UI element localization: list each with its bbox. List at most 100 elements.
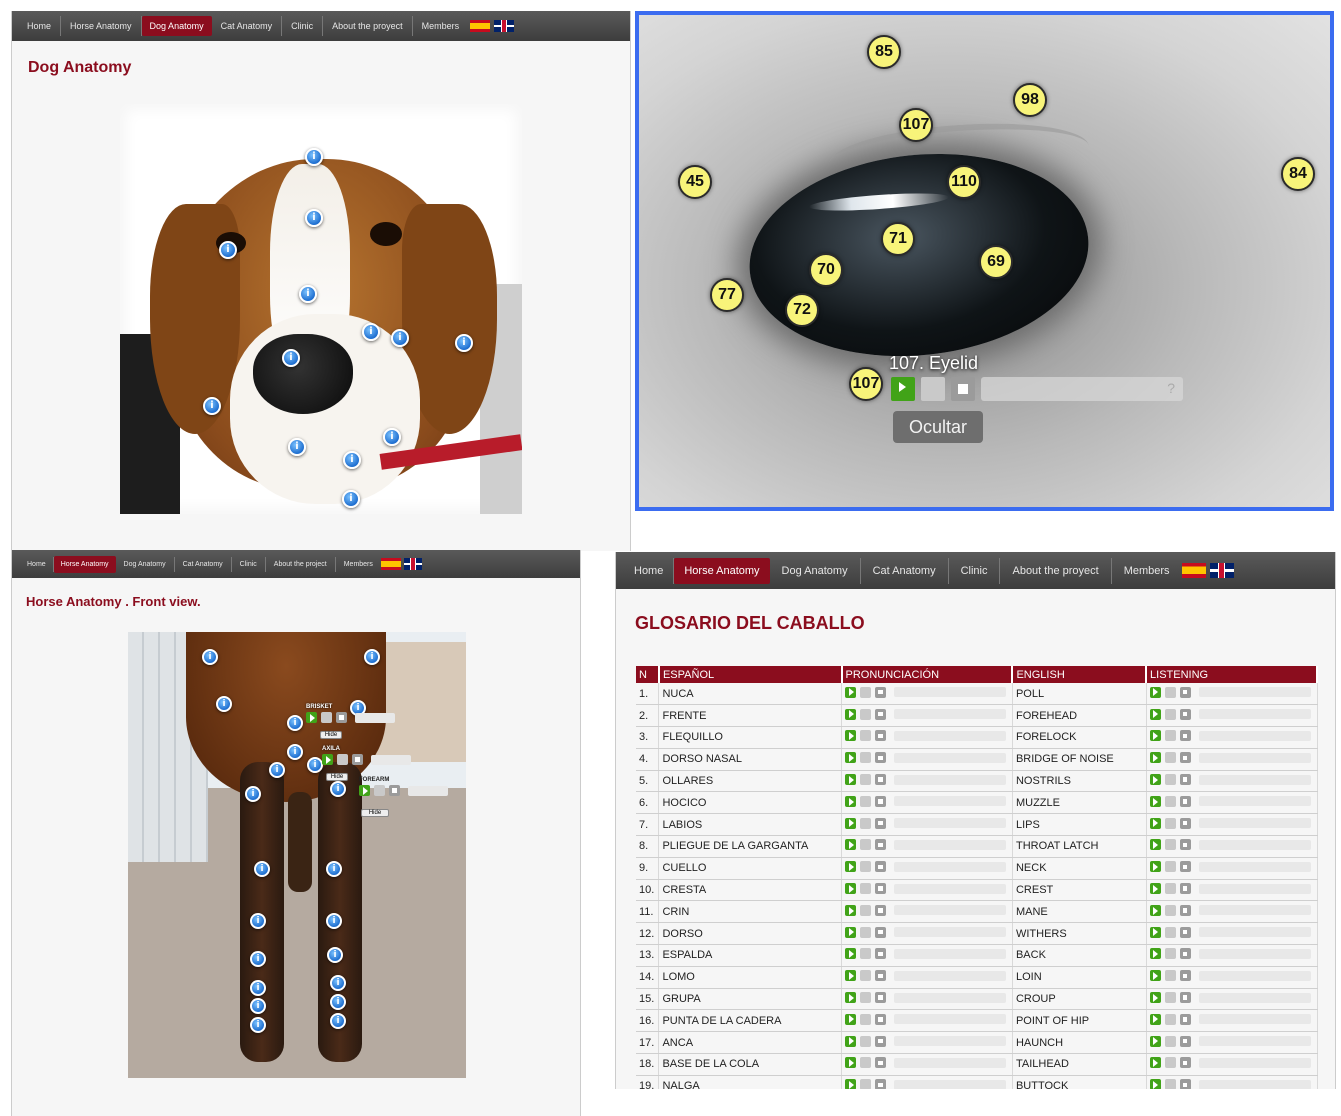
stop-icon[interactable] [875,1079,887,1089]
nav-cat-anatomy[interactable]: Cat Anatomy [212,16,283,36]
progress-bar[interactable] [894,1057,1007,1068]
play-icon[interactable] [1149,708,1161,720]
play-icon[interactable] [845,970,857,982]
stop-icon[interactable] [1179,839,1191,851]
nav-horse-anatomy[interactable]: Horse Anatomy [61,16,142,36]
play-icon[interactable] [845,948,857,960]
hide-button[interactable]: Hide [320,731,342,739]
info-hotspot[interactable]: i [326,861,342,877]
stop-icon[interactable] [1179,730,1191,742]
play-icon[interactable] [1149,861,1161,873]
pause-icon[interactable] [860,708,872,720]
stop-icon[interactable] [875,926,887,938]
progress-bar[interactable]: ? [981,377,1183,401]
pause-icon[interactable] [1164,795,1176,807]
info-hotspot[interactable]: i [455,334,473,352]
stop-icon[interactable] [352,754,363,765]
info-hotspot[interactable]: i [327,947,343,963]
info-hotspot[interactable]: i [216,696,232,712]
info-hotspot[interactable]: i [342,490,360,508]
play-icon[interactable] [845,730,857,742]
play-icon[interactable] [1149,883,1161,895]
pause-icon[interactable] [374,785,385,796]
spanish-flag-icon[interactable] [1181,563,1206,578]
pause-icon[interactable] [1164,752,1176,764]
progress-bar[interactable] [894,796,1007,807]
progress-bar[interactable] [1198,992,1311,1003]
play-icon[interactable] [845,708,857,720]
pause-icon[interactable] [860,861,872,873]
progress-bar[interactable] [894,1079,1007,1089]
pause-icon[interactable] [1164,992,1176,1004]
progress-bar[interactable] [1198,774,1311,785]
progress-bar[interactable] [1198,970,1311,981]
info-hotspot[interactable]: i [250,913,266,929]
pause-icon[interactable] [1164,970,1176,982]
nav-cat-anatomy[interactable]: Cat Anatomy [861,557,949,584]
pause-icon[interactable] [860,730,872,742]
pause-icon[interactable] [860,839,872,851]
pause-icon[interactable] [860,752,872,764]
play-icon[interactable] [306,712,317,723]
nav-horse-anatomy[interactable]: Horse Anatomy [674,557,770,584]
play-icon[interactable] [359,785,370,796]
progress-bar[interactable] [355,712,395,723]
play-icon[interactable] [845,1079,857,1089]
progress-bar[interactable] [1198,818,1311,829]
pause-icon[interactable] [921,377,945,401]
stop-icon[interactable] [875,948,887,960]
play-icon[interactable] [845,686,857,698]
stop-icon[interactable] [875,883,887,895]
progress-bar[interactable] [1198,861,1311,872]
stop-icon[interactable] [1179,752,1191,764]
stop-icon[interactable] [1179,904,1191,916]
play-icon[interactable] [845,1035,857,1047]
play-icon[interactable] [1149,1013,1161,1025]
play-icon[interactable] [1149,926,1161,938]
play-icon[interactable] [322,754,333,765]
nav-home[interactable]: Home [20,556,54,572]
play-icon[interactable] [1149,1057,1161,1069]
pause-icon[interactable] [1164,1013,1176,1025]
stop-icon[interactable] [1179,708,1191,720]
anatomy-marker[interactable]: 107 [849,367,883,401]
play-icon[interactable] [845,904,857,916]
play-icon[interactable] [1149,970,1161,982]
progress-bar[interactable] [1198,1057,1311,1068]
stop-icon[interactable] [1179,1057,1191,1069]
nav-about[interactable]: About the proyect [1000,557,1112,584]
spanish-flag-icon[interactable] [380,558,401,570]
play-icon[interactable] [891,377,915,401]
progress-bar[interactable] [894,861,1007,872]
progress-bar[interactable] [894,730,1007,741]
progress-bar[interactable] [1198,1014,1311,1025]
info-hotspot[interactable]: i [305,209,323,227]
pause-icon[interactable] [1164,926,1176,938]
play-icon[interactable] [1149,1079,1161,1089]
progress-bar[interactable] [894,1036,1007,1047]
anatomy-marker[interactable]: 69 [979,245,1013,279]
stop-icon[interactable] [1179,926,1191,938]
info-hotspot[interactable]: i [330,994,346,1010]
stop-icon[interactable] [875,861,887,873]
stop-icon[interactable] [875,774,887,786]
pause-icon[interactable] [1164,1057,1176,1069]
progress-bar[interactable] [1198,839,1311,850]
info-hotspot[interactable]: i [362,323,380,341]
info-hotspot[interactable]: i [383,428,401,446]
info-hotspot[interactable]: i [282,349,300,367]
pause-icon[interactable] [1164,1079,1176,1089]
info-hotspot[interactable]: i [250,998,266,1014]
pause-icon[interactable] [860,883,872,895]
info-hotspot[interactable]: i [326,913,342,929]
hide-button[interactable]: Hide [361,809,389,817]
play-icon[interactable] [845,1013,857,1025]
play-icon[interactable] [845,926,857,938]
stop-icon[interactable] [1179,774,1191,786]
hide-button[interactable]: Hide [326,773,348,781]
english-flag-icon[interactable] [1209,563,1234,578]
play-icon[interactable] [845,817,857,829]
info-hotspot[interactable]: i [330,975,346,991]
info-hotspot[interactable]: i [250,1017,266,1033]
stop-icon[interactable] [389,785,400,796]
